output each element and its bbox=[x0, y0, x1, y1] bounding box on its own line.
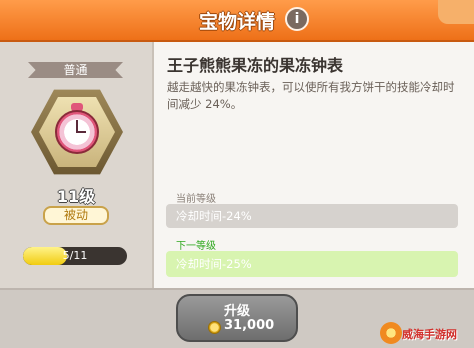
passive-badge: 被动 bbox=[43, 206, 109, 225]
next-level-label: 下一等级 bbox=[176, 241, 216, 252]
skill-name: 王子熊熊果冻的果冻钟表 bbox=[167, 56, 344, 75]
watermark: 威海手游网 bbox=[380, 320, 474, 348]
clock-hand-icon bbox=[76, 131, 86, 133]
rarity-ribbon: 普通 bbox=[28, 62, 123, 78]
current-level-value: 冷却时间-24% bbox=[176, 209, 252, 223]
coin-icon bbox=[208, 321, 221, 334]
upgrade-button[interactable]: 升级 31,000 bbox=[176, 294, 298, 342]
watermark-logo-icon bbox=[380, 322, 402, 344]
next-level-box: 冷却时间-25% bbox=[166, 251, 458, 277]
current-level-box: 冷却时间-24% bbox=[166, 204, 458, 228]
info-icon[interactable]: i bbox=[285, 7, 309, 31]
current-level-label: 当前等级 bbox=[176, 194, 216, 205]
close-button[interactable] bbox=[438, 0, 474, 24]
upgrade-label: 升级 bbox=[223, 304, 250, 319]
skill-description: 越走越快的果冻钟表，可以使所有我方饼干的技能冷却时间减少 24%。 bbox=[167, 80, 455, 111]
upgrade-progress-bar: 5/11 bbox=[23, 247, 127, 265]
watermark-text: 威海手游网 bbox=[402, 328, 457, 341]
progress-text: 5/11 bbox=[62, 249, 88, 262]
header-bar: 宝物详情 i bbox=[0, 0, 474, 42]
treasure-level: 11级 bbox=[56, 187, 96, 206]
upgrade-cost: 31,000 bbox=[224, 318, 275, 333]
page-title: 宝物详情 bbox=[198, 11, 275, 33]
next-level-value: 冷却时间-25% bbox=[176, 257, 252, 271]
